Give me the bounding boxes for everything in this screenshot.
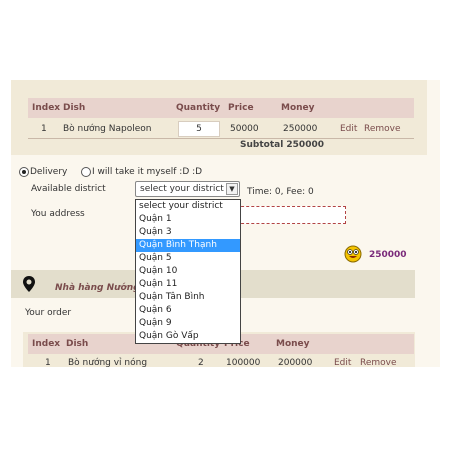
- order-total: 250000: [369, 250, 407, 260]
- delivery-radio[interactable]: [19, 167, 29, 177]
- row-dish: Bò nướng vỉ nóng: [68, 358, 148, 367]
- pickup-radio[interactable]: [81, 167, 91, 177]
- smiley-icon: [344, 245, 362, 263]
- col-index: Index: [32, 103, 61, 113]
- row-money: 200000: [278, 358, 313, 367]
- subtotal: Subtotal 250000: [240, 140, 324, 150]
- col-dish: Dish: [66, 339, 89, 349]
- table-row: 1 Bò nướng Napoleon 5 50000 250000 Edit …: [28, 120, 414, 138]
- col-money: Money: [281, 103, 315, 113]
- district-select[interactable]: select your district ▼: [135, 181, 240, 197]
- quantity-input[interactable]: 5: [178, 121, 220, 137]
- district-select-value: select your district: [140, 184, 224, 194]
- time-fee-text: Time: 0, Fee: 0: [247, 187, 314, 197]
- district-option[interactable]: Quận 6: [136, 304, 240, 317]
- chevron-down-icon: ▼: [226, 183, 238, 195]
- address-input[interactable]: [236, 206, 346, 224]
- district-option[interactable]: select your district: [136, 200, 240, 213]
- district-option[interactable]: Quận Tân Bình: [136, 291, 240, 304]
- edit-link[interactable]: Edit: [334, 358, 351, 367]
- row-dish: Bò nướng Napoleon: [63, 124, 152, 134]
- remove-link[interactable]: Remove: [360, 358, 397, 367]
- col-price: Price: [228, 103, 254, 113]
- order-table-header: Index Dish Quantity Price Money: [28, 98, 414, 118]
- col-money: Money: [276, 339, 310, 349]
- row-index: 1: [41, 124, 47, 134]
- quantity-value: 5: [196, 124, 202, 134]
- district-option[interactable]: Quận 5: [136, 252, 240, 265]
- row-price: 100000: [226, 358, 261, 367]
- remove-link[interactable]: Remove: [364, 124, 401, 134]
- col-quantity: Quantity: [176, 103, 221, 113]
- row-money: 250000: [283, 124, 318, 134]
- district-option[interactable]: Quận 10: [136, 265, 240, 278]
- row-price: 50000: [230, 124, 259, 134]
- row-quantity: 2: [198, 358, 204, 367]
- your-order-label: Your order: [25, 308, 72, 318]
- address-label: You address: [31, 209, 85, 219]
- edit-link[interactable]: Edit: [340, 124, 357, 134]
- district-label: Available district: [31, 184, 106, 194]
- col-index: Index: [32, 339, 61, 349]
- district-option[interactable]: Quận 9: [136, 317, 240, 330]
- district-option[interactable]: Quận 3: [136, 226, 240, 239]
- row-divider: [28, 138, 414, 139]
- row-index: 1: [45, 358, 51, 367]
- district-option[interactable]: Quận Bình Thạnh: [136, 239, 240, 252]
- district-option[interactable]: Quận Gò Vấp: [136, 330, 240, 343]
- table-row: 1 Bò nướng vỉ nóng 2 100000 200000 Edit …: [28, 356, 414, 367]
- district-option[interactable]: Quận 11: [136, 278, 240, 291]
- delivery-label: Delivery: [30, 167, 68, 177]
- restaurant-name: Nhà hàng Nướng: [55, 283, 140, 293]
- location-pin-icon: [23, 276, 35, 292]
- district-option[interactable]: Quận 1: [136, 213, 240, 226]
- district-dropdown-list[interactable]: select your district Quận 1 Quận 3 Quận Bìn…: [135, 199, 241, 344]
- col-dish: Dish: [63, 103, 86, 113]
- pickup-label: I will take it myself :D :D: [92, 167, 203, 177]
